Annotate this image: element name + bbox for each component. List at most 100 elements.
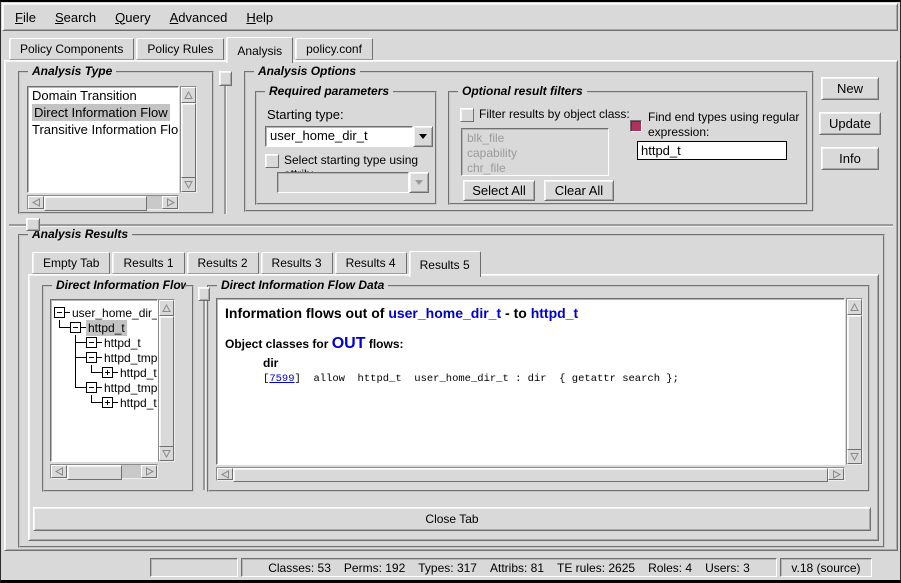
tree-collapse-icon[interactable] (86, 352, 97, 363)
scrollbar-thumb[interactable] (44, 196, 147, 211)
scroll-right-button[interactable] (141, 465, 157, 478)
results-sash-line[interactable] (9, 224, 893, 226)
tab-results-2[interactable]: Results 2 (187, 252, 259, 274)
list-item[interactable]: Direct Information Flow (28, 104, 178, 121)
rule-id-link[interactable]: 7599 (269, 373, 294, 385)
data-hscrollbar[interactable] (216, 467, 845, 481)
tree-row[interactable]: httpd_t (54, 335, 157, 350)
tree-node-label-selected[interactable]: httpd_t (86, 320, 127, 336)
tree-hscrollbar[interactable] (50, 464, 158, 479)
combobox-dropdown-button[interactable] (413, 126, 433, 147)
scroll-down-button[interactable] (159, 445, 174, 461)
menu-search[interactable]: Search (52, 8, 99, 27)
tree-row[interactable]: httpd_tmpfs_t (54, 380, 157, 395)
tab-results-1[interactable]: Results 1 (112, 252, 184, 274)
scroll-up-button[interactable] (159, 300, 174, 316)
list-item[interactable]: Transitive Information Flow (28, 121, 178, 138)
menu-query[interactable]: Query (112, 8, 153, 27)
tree-row[interactable]: httpd_tmp_t (54, 350, 157, 365)
info-button[interactable]: Info (821, 147, 879, 170)
starting-type-combobox[interactable]: user_home_dir_t (265, 126, 433, 147)
scrollbar-thumb[interactable] (181, 103, 196, 178)
clear-all-button[interactable]: Clear All (544, 180, 614, 201)
tree-node-label[interactable]: httpd_t (102, 335, 143, 351)
results-sash-handle[interactable] (26, 218, 40, 231)
tree-node-label[interactable]: user_home_dir_t (70, 305, 158, 321)
tree-row[interactable]: user_home_dir_t (54, 305, 157, 320)
menu-file[interactable]: File (12, 8, 39, 27)
tab-policy-rules[interactable]: Policy Rules (136, 38, 224, 60)
scroll-right-button[interactable] (162, 196, 178, 209)
select-all-button[interactable]: Select All (463, 180, 535, 201)
menu-advanced[interactable]: Advanced (167, 8, 231, 27)
starting-type-value[interactable]: user_home_dir_t (265, 126, 413, 147)
tree-row[interactable]: httpd_t (54, 320, 157, 335)
tree-vscrollbar[interactable] (158, 299, 175, 462)
scroll-left-button[interactable] (28, 196, 44, 209)
tree-row[interactable]: httpd_t (54, 365, 157, 380)
tab-results-5[interactable]: Results 5 (409, 251, 481, 277)
tree-data-sash-line[interactable] (203, 301, 205, 490)
update-button[interactable]: Update (819, 112, 881, 135)
scrollbar-track[interactable] (67, 465, 141, 478)
analysis-type-listbox[interactable]: Domain Transition Direct Information Flo… (27, 86, 179, 193)
scroll-up-button[interactable] (847, 299, 862, 315)
attrib-checkbox[interactable] (265, 154, 279, 168)
scrollbar-thumb[interactable] (233, 468, 828, 482)
tree-guide (70, 350, 86, 365)
analysis-type-vscrollbar[interactable] (180, 86, 197, 193)
tree-node-label[interactable]: httpd_t (118, 365, 158, 381)
tree-expand-icon[interactable] (102, 367, 113, 378)
tree-collapse-icon[interactable] (54, 307, 65, 318)
flow-data-textarea[interactable]: Information flows out of user_home_dir_t… (216, 298, 845, 465)
scroll-right-button[interactable] (828, 468, 844, 480)
tree-node-label[interactable]: httpd_t (118, 395, 158, 411)
tree-collapse-icon[interactable] (86, 337, 97, 348)
heading-source-type: user_home_dir_t (388, 305, 501, 321)
new-button[interactable]: New (821, 77, 879, 100)
tab-results-3[interactable]: Results 3 (261, 252, 333, 274)
scrollbar-thumb[interactable] (159, 316, 174, 447)
tree-node-label[interactable]: httpd_tmpfs_t (102, 380, 158, 396)
menu-help[interactable]: Help (243, 8, 276, 27)
flow-tree[interactable]: user_home_dir_t httpd_t httpd_t httpd_tm… (50, 299, 158, 462)
analysis-type-group: Analysis Type Domain Transition Direct I… (18, 71, 214, 214)
pane-sash-handle[interactable] (219, 71, 232, 86)
scroll-left-button[interactable] (217, 468, 233, 480)
regex-input[interactable] (637, 141, 787, 160)
analysis-results-group: Analysis Results Empty Tab Results 1 Res… (18, 234, 885, 548)
filter-by-class-checkbox[interactable] (460, 108, 474, 122)
tree-data-sash-handle[interactable] (198, 287, 210, 301)
scroll-up-button[interactable] (181, 87, 196, 103)
scrollbar-track[interactable] (181, 103, 196, 176)
tree-collapse-icon[interactable] (86, 382, 97, 393)
tab-policy-conf[interactable]: policy.conf (295, 38, 373, 60)
regex-checkbox[interactable] (630, 120, 642, 132)
tab-results-4[interactable]: Results 4 (335, 252, 407, 274)
policy-version: v.18 (source) (791, 561, 860, 575)
scroll-left-button[interactable] (51, 465, 67, 478)
scrollbar-thumb[interactable] (847, 315, 862, 450)
data-vscrollbar[interactable] (846, 298, 863, 465)
tree-collapse-icon[interactable] (70, 322, 81, 333)
scroll-down-button[interactable] (181, 176, 196, 192)
flow-data-title: Direct Information Flow Data (217, 278, 388, 292)
scrollbar-thumb[interactable] (67, 465, 122, 480)
selected-list-item[interactable]: Direct Information Flow (32, 104, 170, 121)
close-tab-button[interactable]: Close Tab (33, 507, 871, 531)
scrollbar-track[interactable] (847, 315, 862, 448)
pane-sash-line[interactable] (224, 86, 226, 214)
scrollbar-track[interactable] (44, 196, 162, 209)
scrollbar-track[interactable] (233, 468, 828, 480)
tree-node-label[interactable]: httpd_tmp_t (102, 350, 158, 366)
list-item[interactable]: Domain Transition (28, 87, 178, 104)
tab-policy-components[interactable]: Policy Components (9, 38, 134, 60)
tab-empty[interactable]: Empty Tab (32, 252, 110, 274)
scroll-down-button[interactable] (847, 448, 862, 464)
tree-guide (54, 395, 70, 410)
scrollbar-track[interactable] (159, 316, 174, 445)
tab-analysis[interactable]: Analysis (226, 37, 293, 63)
analysis-type-hscrollbar[interactable] (27, 195, 179, 210)
tree-expand-icon[interactable] (102, 397, 113, 408)
tree-row[interactable]: httpd_t (54, 395, 157, 410)
